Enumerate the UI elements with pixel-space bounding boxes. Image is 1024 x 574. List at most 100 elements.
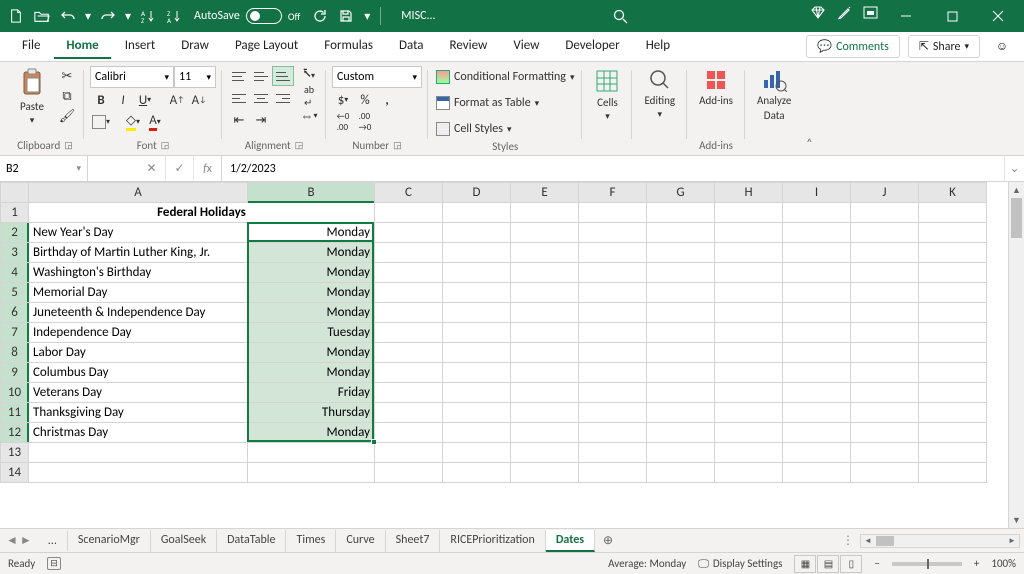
cell-A5[interactable]: Memorial Day	[29, 283, 248, 303]
cell-J11[interactable]	[851, 403, 919, 423]
cell-A9[interactable]: Columbus Day	[29, 363, 248, 383]
cell-K11[interactable]	[919, 403, 987, 423]
conditional-formatting-button[interactable]: Conditional Formatting ▾	[434, 66, 576, 88]
row-header-1[interactable]: 1	[1, 203, 29, 223]
cell-H1[interactable]	[715, 203, 783, 223]
cell-A2[interactable]: New Year's Day	[29, 223, 248, 243]
cell-J9[interactable]	[851, 363, 919, 383]
cell-D4[interactable]	[443, 263, 511, 283]
cell-I5[interactable]	[783, 283, 851, 303]
col-header-E[interactable]: E	[511, 183, 579, 203]
cell-G3[interactable]	[647, 243, 715, 263]
maximize-button[interactable]	[930, 0, 974, 32]
cell-K10[interactable]	[919, 383, 987, 403]
cell-H10[interactable]	[715, 383, 783, 403]
cell-B7[interactable]: Tuesday	[248, 323, 375, 343]
new-sheet-icon[interactable]: ⊕	[595, 533, 621, 548]
cell-D3[interactable]	[443, 243, 511, 263]
cell-K9[interactable]	[919, 363, 987, 383]
col-header-C[interactable]: C	[375, 183, 443, 203]
sheet-nav-prev-icon[interactable]: ◄	[6, 533, 18, 548]
tab-review[interactable]: Review	[438, 34, 500, 59]
cell-F14[interactable]	[579, 463, 647, 483]
cell-C5[interactable]	[375, 283, 443, 303]
collapse-ribbon-icon[interactable]: ˄	[799, 137, 819, 151]
border-button[interactable]: ▾	[90, 112, 112, 132]
cell-D14[interactable]	[443, 463, 511, 483]
cell-C12[interactable]	[375, 423, 443, 443]
expand-formula-icon[interactable]: ⌄	[1004, 156, 1024, 181]
cell-B3[interactable]: Monday	[248, 243, 375, 263]
sheet-tab-more[interactable]: ...	[38, 531, 68, 551]
cell-D7[interactable]	[443, 323, 511, 343]
zoom-out-icon[interactable]: −	[874, 557, 879, 570]
cell-F10[interactable]	[579, 383, 647, 403]
cell-K8[interactable]	[919, 343, 987, 363]
cell-K13[interactable]	[919, 443, 987, 463]
cell-F3[interactable]	[579, 243, 647, 263]
fx-icon[interactable]: fx	[194, 156, 222, 181]
editing-button[interactable]: Editing▾	[638, 66, 681, 122]
share-button[interactable]: ⇱Share▾	[908, 35, 980, 58]
cell-G12[interactable]	[647, 423, 715, 443]
sheet-tab-ScenarioMgr[interactable]: ScenarioMgr	[68, 530, 151, 552]
cell-D12[interactable]	[443, 423, 511, 443]
cell-J8[interactable]	[851, 343, 919, 363]
align-top-icon[interactable]	[228, 66, 250, 86]
cell-E12[interactable]	[511, 423, 579, 443]
refresh-icon[interactable]	[308, 4, 332, 28]
cell-K1[interactable]	[919, 203, 987, 223]
cell-A7[interactable]: Independence Day	[29, 323, 248, 343]
cell-J6[interactable]	[851, 303, 919, 323]
align-middle-icon[interactable]	[250, 66, 272, 86]
cell-A6[interactable]: Juneteenth & Independence Day	[29, 303, 248, 323]
col-header-F[interactable]: F	[579, 183, 647, 203]
row-header-12[interactable]: 12	[1, 423, 29, 443]
toggle-off-icon[interactable]	[246, 8, 282, 24]
cell-G10[interactable]	[647, 383, 715, 403]
cell-J14[interactable]	[851, 463, 919, 483]
row-header-7[interactable]: 7	[1, 323, 29, 343]
cell-D8[interactable]	[443, 343, 511, 363]
ribbon-mode-icon[interactable]	[858, 0, 882, 24]
percent-icon[interactable]: %	[354, 90, 376, 110]
cell-G5[interactable]	[647, 283, 715, 303]
cell-E5[interactable]	[511, 283, 579, 303]
cell-I9[interactable]	[783, 363, 851, 383]
sort-asc-icon[interactable]: AZ	[136, 4, 160, 28]
comma-icon[interactable]: ,	[376, 90, 398, 110]
minimize-button[interactable]	[884, 0, 928, 32]
tryfeature-icon[interactable]	[832, 0, 856, 24]
addins-button[interactable]: Add-ins	[693, 66, 739, 109]
increase-decimal-icon[interactable]: ←0.00	[332, 112, 354, 132]
autosave-toggle[interactable]: AutoSave Off	[194, 8, 300, 24]
col-header-B[interactable]: B	[248, 183, 375, 203]
cell-F1[interactable]	[579, 203, 647, 223]
cell-B13[interactable]	[248, 443, 375, 463]
cell-B8[interactable]: Monday	[248, 343, 375, 363]
cell-E6[interactable]	[511, 303, 579, 323]
col-header-G[interactable]: G	[647, 183, 715, 203]
zoom-slider[interactable]	[892, 562, 962, 566]
cell-F9[interactable]	[579, 363, 647, 383]
view-pagebreak-icon[interactable]: ▯	[840, 555, 862, 573]
cell-A12[interactable]: Christmas Day	[29, 423, 248, 443]
cell-I11[interactable]	[783, 403, 851, 423]
cell-H14[interactable]	[715, 463, 783, 483]
cell-G1[interactable]	[647, 203, 715, 223]
cell-C10[interactable]	[375, 383, 443, 403]
cell-K4[interactable]	[919, 263, 987, 283]
fill-color-button[interactable]: ◇▾	[122, 112, 144, 132]
tab-file[interactable]: File	[10, 34, 52, 59]
cell-F5[interactable]	[579, 283, 647, 303]
cell-E10[interactable]	[511, 383, 579, 403]
cell-E8[interactable]	[511, 343, 579, 363]
cell-G13[interactable]	[647, 443, 715, 463]
search-icon[interactable]	[608, 4, 634, 28]
cell-J3[interactable]	[851, 243, 919, 263]
tab-formulas[interactable]: Formulas	[312, 34, 385, 59]
cell-I7[interactable]	[783, 323, 851, 343]
cell-styles-button[interactable]: Cell Styles ▾	[434, 118, 514, 140]
row-header-4[interactable]: 4	[1, 263, 29, 283]
cell-H11[interactable]	[715, 403, 783, 423]
